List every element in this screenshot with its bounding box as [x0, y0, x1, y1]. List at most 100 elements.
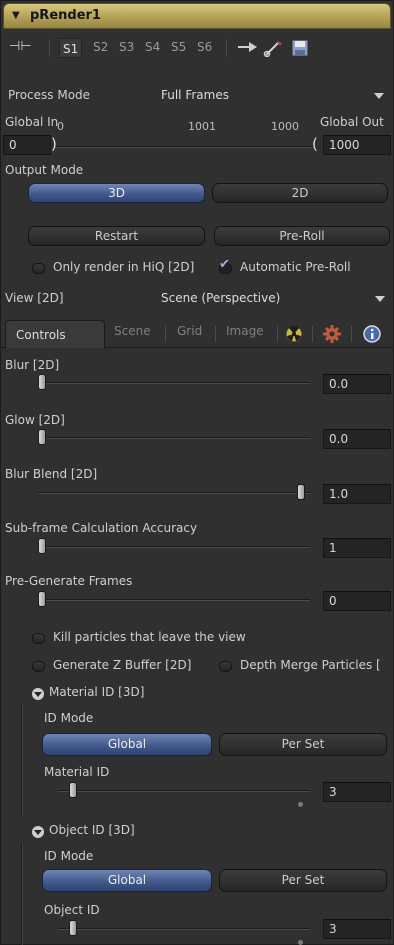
toolbar-divider — [49, 39, 50, 57]
tab-divider — [351, 326, 352, 342]
global-out-label: Global Out — [320, 115, 384, 129]
blur-blend-label: Blur Blend [2D] — [5, 467, 98, 481]
material-id-label: Material ID — [44, 765, 110, 779]
restart-button[interactable]: Restart — [28, 226, 205, 246]
version-slot-s1[interactable]: S1 — [59, 38, 83, 58]
section-indent-line — [21, 843, 23, 945]
blur-blend-value-field[interactable]: 1.0 — [323, 484, 391, 504]
object-twirl-chevron-down-icon[interactable] — [32, 826, 44, 838]
view-label: View [2D] — [5, 291, 64, 305]
blur-slider-handle[interactable] — [38, 374, 46, 390]
object-per-set-button[interactable]: Per Set — [219, 869, 387, 892]
slider-default-marker — [298, 940, 303, 945]
material-per-set-button[interactable]: Per Set — [219, 733, 387, 756]
process-mode-label: Process Mode — [8, 88, 91, 102]
auto-preroll-label: Automatic Pre-Roll — [240, 260, 351, 274]
hiq-checkbox[interactable] — [32, 263, 45, 274]
save-icon[interactable] — [291, 39, 309, 57]
pregen-slider-handle[interactable] — [38, 591, 46, 607]
preroll-button[interactable]: Pre-Roll — [214, 226, 390, 246]
global-in-label: Global In — [5, 115, 59, 129]
gear-icon[interactable] — [323, 325, 341, 343]
info-icon[interactable] — [363, 325, 381, 343]
tab-divider — [165, 326, 166, 342]
output-2d-button[interactable]: 2D — [212, 183, 388, 203]
version-slot-s3[interactable]: S3 — [119, 40, 134, 54]
depth-merge-checkbox[interactable] — [219, 661, 232, 672]
pregen-label: Pre-Generate Frames — [5, 574, 133, 588]
output-mode-label: Output Mode — [5, 163, 84, 177]
checkmark-icon: ✔ — [219, 257, 230, 272]
version-slot-s4[interactable]: S4 — [145, 40, 160, 54]
pregen-value-field[interactable]: 0 — [323, 591, 391, 611]
range-start-handle[interactable]: ) — [51, 135, 57, 153]
object-id-track[interactable] — [58, 928, 310, 930]
tool-panel: ▼ pRender1 ⊣⊢ S1 S2 S3 S4 S5 S6 Process … — [0, 0, 394, 945]
kill-particles-checkbox[interactable] — [32, 633, 45, 644]
tab-image[interactable]: Image — [226, 324, 264, 338]
radioactive-icon[interactable] — [285, 325, 303, 343]
glow-value-field[interactable]: 0.0 — [323, 429, 391, 449]
object-global-button[interactable]: Global — [42, 869, 212, 892]
slider-default-marker — [298, 802, 303, 807]
version-slot-s2[interactable]: S2 — [93, 40, 108, 54]
glow-label: Glow [2D] — [5, 413, 65, 427]
kill-particles-label: Kill particles that leave the view — [53, 630, 246, 644]
object-id-slider-handle[interactable] — [69, 920, 77, 936]
tab-divider — [312, 326, 313, 342]
material-id-track[interactable] — [58, 790, 310, 792]
object-id-value-field[interactable]: 3 — [323, 919, 391, 939]
material-global-button[interactable]: Global — [42, 733, 212, 756]
material-id-value-field[interactable]: 3 — [323, 782, 391, 802]
material-id-mode-label: ID Mode — [44, 711, 94, 725]
blur-value-field[interactable]: 0.0 — [323, 374, 391, 394]
tab-controls[interactable]: Controls — [5, 320, 105, 348]
range-end-handle[interactable]: ( — [312, 135, 318, 153]
toolbar-divider — [226, 39, 227, 57]
version-slot-s5[interactable]: S5 — [171, 40, 186, 54]
tab-divider — [215, 326, 216, 342]
tab-divider — [277, 326, 278, 342]
tab-grid[interactable]: Grid — [177, 324, 202, 338]
glow-track[interactable] — [38, 437, 310, 439]
view-dropdown[interactable]: Scene (Perspective) — [161, 291, 280, 305]
glow-slider-handle[interactable] — [38, 429, 46, 445]
zbuffer-checkbox[interactable] — [32, 661, 45, 672]
blur-track[interactable] — [38, 382, 310, 384]
ruler-mid: 1001 — [188, 120, 216, 133]
hiq-label: Only render in HiQ [2D] — [53, 260, 195, 274]
view-chevron-down-icon[interactable] — [375, 296, 385, 302]
global-in-field[interactable]: 0 — [3, 135, 51, 155]
tool-toolbar: ⊣⊢ S1 S2 S3 S4 S5 S6 — [1, 33, 394, 61]
global-out-field[interactable]: 1000 — [323, 135, 391, 155]
subframe-label: Sub-frame Calculation Accuracy — [5, 521, 198, 535]
subframe-track[interactable] — [38, 546, 310, 548]
version-slot-s6[interactable]: S6 — [197, 40, 212, 54]
material-twirl-chevron-down-icon[interactable] — [32, 688, 44, 700]
object-section-title: Object ID [3D] — [49, 823, 135, 837]
collapse-arrow-icon[interactable]: ▼ — [12, 10, 20, 21]
tool-header[interactable]: ▼ pRender1 — [3, 3, 391, 29]
pin-icon[interactable]: ⊣⊢ — [9, 39, 32, 54]
tool-title: pRender1 — [30, 8, 101, 23]
ruler-end: 1000 — [271, 120, 299, 133]
material-id-slider-handle[interactable] — [69, 782, 77, 798]
pick-icon[interactable] — [263, 39, 285, 57]
depth-merge-label: Depth Merge Particles [ — [240, 658, 381, 672]
pass-through-icon[interactable] — [237, 39, 259, 55]
object-id-mode-label: ID Mode — [44, 849, 94, 863]
subframe-value-field[interactable]: 1 — [323, 538, 391, 558]
blur-label: Blur [2D] — [5, 358, 60, 372]
blur-blend-slider-handle[interactable] — [297, 484, 305, 500]
blur-blend-track[interactable] — [38, 492, 310, 494]
output-3d-button[interactable]: 3D — [28, 183, 205, 203]
pregen-track[interactable] — [38, 599, 310, 601]
object-id-label: Object ID — [44, 903, 100, 917]
subframe-slider-handle[interactable] — [38, 538, 46, 554]
process-mode-chevron-down-icon[interactable] — [374, 93, 384, 99]
ruler-start: 0 — [57, 120, 64, 133]
tab-scene[interactable]: Scene — [114, 324, 151, 338]
zbuffer-label: Generate Z Buffer [2D] — [53, 658, 192, 672]
global-range-track[interactable] — [55, 146, 315, 148]
process-mode-dropdown[interactable]: Full Frames — [161, 88, 229, 102]
